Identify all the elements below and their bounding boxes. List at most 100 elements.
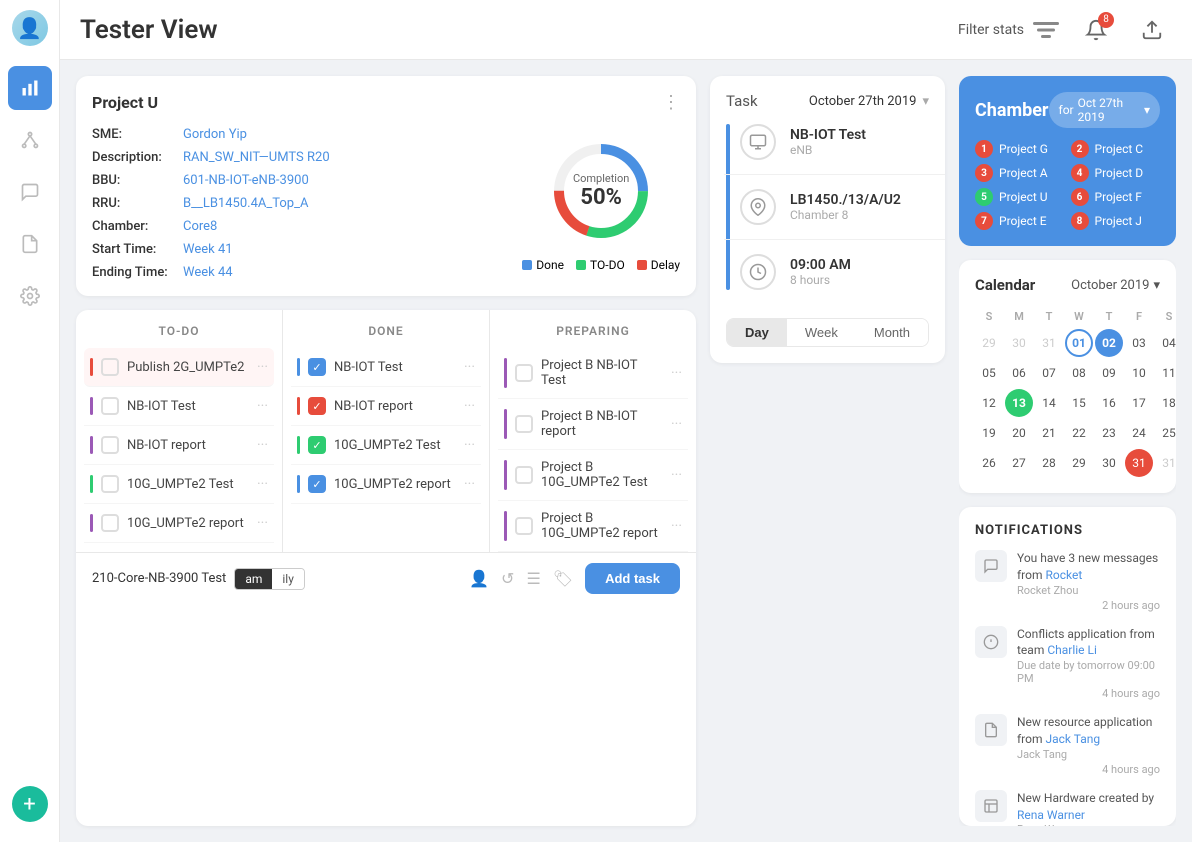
cal-day[interactable]: 29 [1065,449,1093,477]
cal-day[interactable]: 22 [1065,419,1093,447]
item-more[interactable]: ··· [257,359,268,375]
item-checkbox[interactable]: ✓ [308,475,326,493]
tag-ily[interactable]: ily [272,569,304,589]
cal-day[interactable]: 04 [1155,329,1176,357]
sidebar-item-docs[interactable] [8,222,52,266]
notification-link[interactable]: Jack Tang [1045,732,1100,746]
sidebar-item-chart[interactable] [8,66,52,110]
chamber-date-pill[interactable]: for Oct 27th 2019 ▾ [1049,92,1160,128]
item-checkbox[interactable] [101,475,119,493]
board-item[interactable]: Project B NB-IOT Test ··· [498,348,688,399]
item-checkbox[interactable] [101,436,119,454]
export-button[interactable] [1132,10,1172,50]
cal-day[interactable]: 05 [975,359,1003,387]
cal-day[interactable]: 18 [1155,389,1176,417]
item-more[interactable]: ··· [257,515,268,531]
board-item[interactable]: Project B NB-IOT report ··· [498,399,688,450]
board-item[interactable]: NB-IOT report ··· [84,426,274,465]
item-more[interactable]: ··· [464,398,475,414]
tab-week[interactable]: Week [787,319,856,346]
project-more-button[interactable]: ⋮ [662,92,680,113]
fab-add-button[interactable]: + [12,786,48,822]
cal-day[interactable]: 15 [1065,389,1093,417]
cal-day[interactable]: 08 [1065,359,1093,387]
refresh-icon[interactable]: ↺ [501,569,514,588]
cal-day[interactable]: 19 [975,419,1003,447]
cal-day[interactable]: 23 [1095,419,1123,447]
cal-day[interactable]: 21 [1035,419,1063,447]
cal-day[interactable]: 03 [1125,329,1153,357]
item-checkbox[interactable]: ✓ [308,358,326,376]
item-checkbox[interactable] [515,466,533,484]
notification-link[interactable]: Rena Warner [1017,808,1085,822]
board-item[interactable]: Publish 2G_UMPTe2 ··· [84,348,274,387]
cal-day[interactable]: 30 [1005,329,1033,357]
cal-day[interactable]: 30 [1095,449,1123,477]
tag-am[interactable]: am [235,569,272,589]
item-checkbox[interactable]: ✓ [308,436,326,454]
cal-day-02[interactable]: 02 [1095,329,1123,357]
cal-day[interactable]: 28 [1035,449,1063,477]
cal-day[interactable]: 09 [1095,359,1123,387]
board-item[interactable]: ✓ 10G_UMPTe2 report ··· [291,465,481,504]
tab-day[interactable]: Day [727,319,787,346]
sidebar-item-network[interactable] [8,118,52,162]
cal-day-31[interactable]: 31 [1125,449,1153,477]
person-icon[interactable]: 👤 [469,569,489,588]
sidebar-item-settings[interactable] [8,274,52,318]
cal-day[interactable]: 16 [1095,389,1123,417]
cal-day[interactable]: 20 [1005,419,1033,447]
cal-day-13[interactable]: 13 [1005,389,1033,417]
sidebar-item-chat[interactable] [8,170,52,214]
item-more[interactable]: ··· [464,476,475,492]
item-checkbox[interactable] [101,358,119,376]
cal-day[interactable]: 06 [1005,359,1033,387]
list-icon[interactable]: ☰ [526,569,540,588]
cal-day[interactable]: 25 [1155,419,1176,447]
cal-day[interactable]: 26 [975,449,1003,477]
item-more[interactable]: ··· [464,437,475,453]
cal-day[interactable]: 24 [1125,419,1153,447]
board-item[interactable]: 10G_UMPTe2 Test ··· [84,465,274,504]
cal-day[interactable]: 31 [1035,329,1063,357]
item-more[interactable]: ··· [257,398,268,414]
board-item[interactable]: NB-IOT Test ··· [84,387,274,426]
cal-day-01[interactable]: 01 [1065,329,1093,357]
board-item[interactable]: ✓ NB-IOT report ··· [291,387,481,426]
item-checkbox[interactable] [515,517,533,535]
cal-day[interactable]: 14 [1035,389,1063,417]
item-more[interactable]: ··· [464,359,475,375]
notification-link[interactable]: Rocket [1045,568,1082,582]
notification-link[interactable]: Charlie Li [1047,643,1097,657]
item-more[interactable]: ··· [671,365,682,381]
cal-day[interactable]: 10 [1125,359,1153,387]
cal-day[interactable]: 12 [975,389,1003,417]
add-task-button[interactable]: Add task [585,563,680,594]
cal-day[interactable]: 11 [1155,359,1176,387]
cal-day[interactable]: 07 [1035,359,1063,387]
item-more[interactable]: ··· [671,416,682,432]
board-item[interactable]: Project B 10G_UMPTe2 report ··· [498,501,688,552]
tab-month[interactable]: Month [856,319,928,346]
board-item[interactable]: ✓ 10G_UMPTe2 Test ··· [291,426,481,465]
item-checkbox[interactable] [101,514,119,532]
chevron-down-icon[interactable]: ▾ [922,94,929,109]
item-more[interactable]: ··· [671,467,682,483]
item-checkbox[interactable] [101,397,119,415]
item-more[interactable]: ··· [257,437,268,453]
item-more[interactable]: ··· [671,518,682,534]
notification-button[interactable]: 8 [1076,10,1116,50]
cal-day[interactable]: 31 [1155,449,1176,477]
board-item[interactable]: Project B 10G_UMPTe2 Test ··· [498,450,688,501]
calendar-month[interactable]: October 2019 ▾ [1071,278,1160,293]
item-checkbox[interactable] [515,415,533,433]
cal-day[interactable]: 17 [1125,389,1153,417]
cal-day[interactable]: 29 [975,329,1003,357]
board-item[interactable]: 10G_UMPTe2 report ··· [84,504,274,543]
filter-stats-button[interactable]: Filter stats [958,19,1060,41]
cal-day[interactable]: 27 [1005,449,1033,477]
item-more[interactable]: ··· [257,476,268,492]
board-item[interactable]: ✓ NB-IOT Test ··· [291,348,481,387]
tag-icon[interactable]: 🏷 [553,569,573,588]
item-checkbox[interactable] [515,364,533,382]
